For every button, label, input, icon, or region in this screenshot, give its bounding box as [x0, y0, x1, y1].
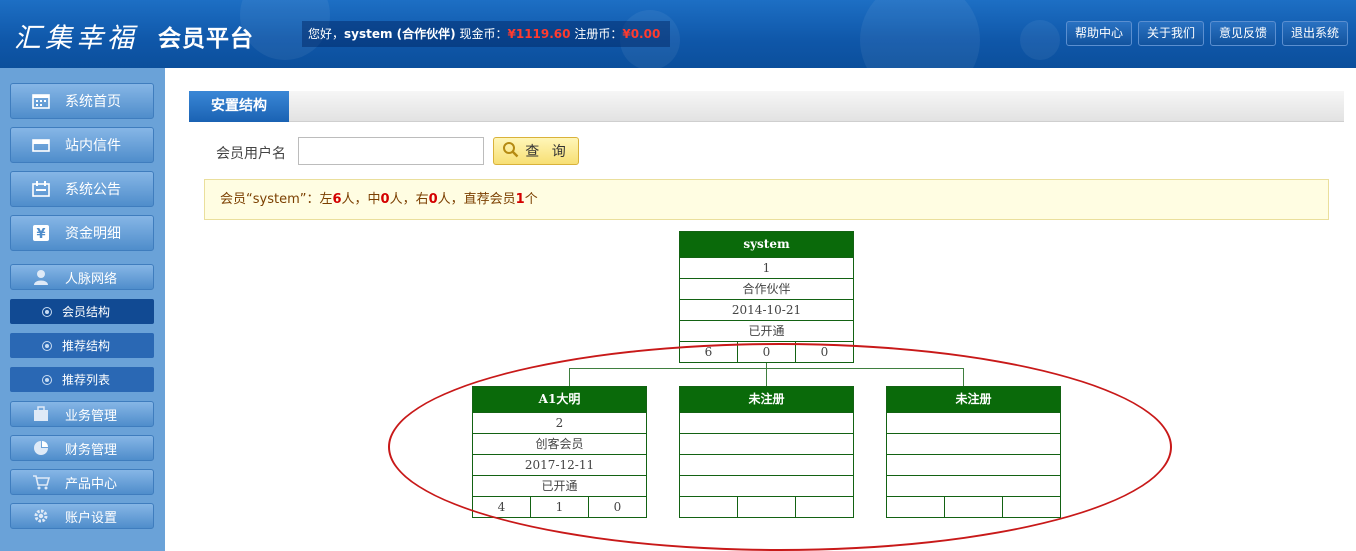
briefcase-icon	[31, 406, 51, 422]
tab-bar: 安置结构	[189, 91, 1344, 122]
cart-icon	[31, 474, 51, 490]
left-count: 6	[332, 192, 342, 207]
direct-count: 1	[515, 192, 525, 207]
mail-icon	[31, 137, 51, 153]
top-header: 汇集幸福 会员平台 您好，system (合作伙伴) 现金币：¥1119.60 …	[0, 0, 1356, 68]
sidebar-item-finance[interactable]: 财务管理	[10, 435, 154, 461]
right-count: 0	[428, 192, 438, 207]
search-icon	[502, 141, 519, 162]
sidebar-sub-referral-structure[interactable]: 推荐结构	[10, 333, 154, 358]
logo: 汇集幸福	[14, 23, 138, 54]
user-info: 您好，system (合作伙伴) 现金币：¥1119.60 注册币：¥0.00	[302, 21, 671, 47]
sidebar-item-products[interactable]: 产品中心	[10, 469, 154, 495]
notice-icon	[31, 181, 51, 197]
sidebar-item-account[interactable]: 账户设置	[10, 503, 154, 529]
member-username-input[interactable]	[298, 137, 484, 165]
member-summary-notice: 会员“system”：左6人，中0人，右0人，直荐会员1个	[204, 179, 1329, 220]
platform-title: 会员平台	[158, 26, 254, 52]
sidebar-sub-member-structure[interactable]: 会员结构	[10, 299, 154, 324]
mid-count: 0	[380, 192, 390, 207]
sidebar-item-home[interactable]: 系统首页	[10, 83, 154, 119]
sidebar-item-network[interactable]: 人脉网络	[10, 264, 154, 290]
circle-bullet-icon	[42, 374, 52, 385]
cash-balance: ¥1119.60	[507, 27, 571, 41]
svg-text:¥: ¥	[36, 227, 45, 242]
sidebar-item-business[interactable]: 业务管理	[10, 401, 154, 427]
yen-icon: ¥	[31, 225, 51, 242]
gear-icon	[31, 508, 51, 524]
sidebar: 系统首页 站内信件 系统公告 ¥ 资金明细 人脉网络 会员结构 推荐结构 推荐列…	[0, 68, 165, 551]
search-button[interactable]: 查 询	[493, 137, 579, 165]
sidebar-item-mail[interactable]: 站内信件	[10, 127, 154, 163]
username: system (合作伙伴)	[344, 27, 456, 41]
node-id: 1	[680, 257, 853, 278]
circle-bullet-icon	[42, 306, 52, 317]
tab-placement-structure[interactable]: 安置结构	[189, 91, 289, 122]
node-name[interactable]: system	[680, 232, 853, 257]
logout-button[interactable]: 退出系统	[1281, 21, 1348, 46]
node-level: 合作伙伴	[680, 278, 853, 299]
search-label: 会员用户名	[216, 146, 286, 162]
sidebar-sub-referral-list[interactable]: 推荐列表	[10, 367, 154, 392]
user-icon	[31, 269, 51, 285]
highlight-ellipse	[388, 343, 1172, 551]
calendar-icon	[31, 93, 51, 109]
node-status: 已开通	[680, 320, 853, 341]
reg-balance: ¥0.00	[622, 27, 661, 41]
help-center-button[interactable]: 帮助中心	[1065, 21, 1132, 46]
about-us-button[interactable]: 关于我们	[1137, 21, 1204, 46]
sidebar-item-notice[interactable]: 系统公告	[10, 171, 154, 207]
circle-bullet-icon	[42, 340, 52, 351]
node-date: 2014-10-21	[680, 299, 853, 320]
feedback-button[interactable]: 意见反馈	[1209, 21, 1276, 46]
top-nav: 帮助中心 关于我们 意见反馈 退出系统	[1065, 21, 1348, 46]
sidebar-item-funds[interactable]: ¥ 资金明细	[10, 215, 154, 251]
piechart-icon	[31, 440, 51, 456]
